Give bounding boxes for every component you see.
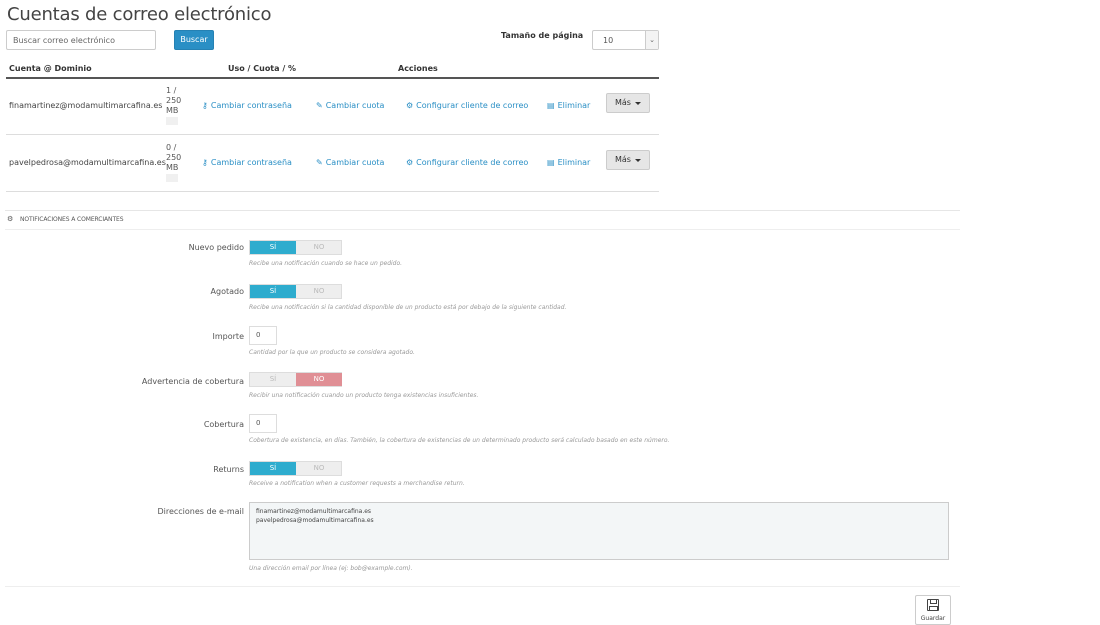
switch-no[interactable]: NO [296,285,342,298]
coverage-input[interactable]: 0 [249,414,277,433]
gear-icon: ⚙ [406,158,414,167]
returns-label: Returns [213,465,244,474]
key-icon: ⚷ [202,101,208,110]
returns-switch[interactable]: SÍ NO [249,461,342,476]
email-line: pavelpedrosa@modamultimarcafina.es [256,517,374,524]
delete-link[interactable]: ▤ Eliminar [547,101,590,110]
page-size-value: 10 [603,36,614,45]
save-icon [927,599,939,611]
change-quota-link[interactable]: ✎ Cambiar cuota [316,101,384,110]
coverage-label: Cobertura [203,420,244,429]
email-accounts-panel: Cuentas de correo electrónico Buscar Tam… [0,0,667,204]
email-line: finamartinez@modamultimarcafina.es [256,508,372,515]
help-text: Recibe una notificación cuando se hace u… [249,260,403,267]
panel-title: NOTIFICACIONES A COMERCIANTES [20,216,124,223]
key-icon: ⚷ [202,158,208,167]
help-text: Recibir una notificación cuando un produ… [249,392,479,399]
help-text: Receive a notification when a customer r… [249,480,465,487]
search-input[interactable] [6,30,156,50]
out-of-stock-switch[interactable]: SÍ NO [249,284,342,299]
switch-no[interactable]: NO [296,241,342,254]
page-title: Cuentas de correo electrónico [7,4,272,25]
new-order-label: Nuevo pedido [188,243,244,252]
trash-icon: ▤ [547,158,555,167]
pencil-icon: ✎ [316,101,323,110]
help-text: Una dirección email por línea (ej: bob@e… [249,565,413,572]
page-size-label: Tamaño de página [501,31,584,40]
email-addresses-label: Direcciones de e-mail [157,507,244,516]
pencil-icon: ✎ [316,158,323,167]
threshold-label: Importe [212,332,244,341]
account-quota: 1 / 250 MB [166,86,186,125]
trash-icon: ▤ [547,101,555,110]
help-text: Cobertura de existencia, en días. Tambié… [249,437,670,444]
more-dropdown-button[interactable]: Más [606,150,650,170]
column-header-account: Cuenta @ Dominio [9,64,92,73]
coverage-warning-switch[interactable]: SÍ NO [249,372,342,387]
switch-yes[interactable]: SÍ [250,241,296,254]
account-quota: 0 / 250 MB [166,143,186,182]
switch-no[interactable]: NO [296,462,342,475]
table-row: finamartinez@modamultimarcafina.es 1 / 2… [6,79,659,135]
caret-down-icon [635,102,641,105]
save-button[interactable]: Guardar [915,595,951,625]
column-header-usage: Uso / Cuota / % [228,64,297,73]
account-email: pavelpedrosa@modamultimarcafina.es [9,158,166,167]
switch-yes[interactable]: SÍ [250,285,296,298]
switch-yes[interactable]: SÍ [250,462,296,475]
panel-header: ⚙ NOTIFICACIONES A COMERCIANTES [5,211,960,230]
coverage-warning-label: Advertencia de cobertura [141,377,244,386]
change-quota-link[interactable]: ✎ Cambiar cuota [316,158,384,167]
switch-yes[interactable]: SÍ [250,373,296,386]
cogs-icon: ⚙ [7,215,14,223]
column-header-actions: Acciones [398,64,438,73]
switch-no[interactable]: NO [296,373,342,386]
account-email: finamartinez@modamultimarcafina.es [9,101,163,110]
change-password-link[interactable]: ⚷ Cambiar contraseña [202,158,292,167]
delete-link[interactable]: ▤ Eliminar [547,158,590,167]
search-button[interactable]: Buscar [174,30,214,50]
change-password-link[interactable]: ⚷ Cambiar contraseña [202,101,292,110]
chevron-down-icon: ⌄ [645,31,658,49]
configure-mail-client-link[interactable]: ⚙ Configurar cliente de correo [406,101,528,110]
email-addresses-textarea[interactable]: finamartinez@modamultimarcafina.es pavel… [249,502,949,560]
more-dropdown-button[interactable]: Más [606,93,650,113]
out-of-stock-label: Agotado [210,287,244,296]
threshold-input[interactable]: 0 [249,326,277,345]
help-text: Cantidad por la que un producto se consi… [249,349,415,356]
quota-bar [166,174,178,182]
table-row: pavelpedrosa@modamultimarcafina.es 0 / 2… [6,136,659,192]
help-text: Recibe una notificación si la cantidad d… [249,304,567,311]
quota-bar [166,117,178,125]
panel-footer-divider [5,586,960,587]
caret-down-icon [635,159,641,162]
page-size-select[interactable]: 10 ⌄ [592,30,659,50]
configure-mail-client-link[interactable]: ⚙ Configurar cliente de correo [406,158,528,167]
new-order-switch[interactable]: SÍ NO [249,240,342,255]
gear-icon: ⚙ [406,101,414,110]
merchant-notifications-panel: ⚙ NOTIFICACIONES A COMERCIANTES Nuevo pe… [5,210,960,625]
